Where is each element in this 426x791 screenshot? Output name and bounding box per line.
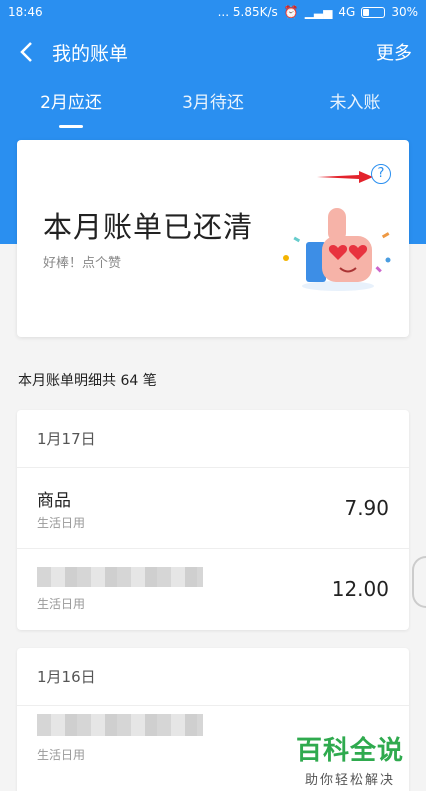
signal-icon: ▁▃▅ xyxy=(304,5,333,19)
transaction-amount: 7.90 xyxy=(344,496,389,520)
transaction-amount: 12.00 xyxy=(331,577,389,601)
tab-label: 2月应还 xyxy=(40,93,102,113)
transaction-category: 生活日用 xyxy=(37,516,86,530)
network-type: 4G xyxy=(338,5,356,19)
transaction-row[interactable]: 生活日用 12.00 xyxy=(17,549,409,630)
tab-february-due[interactable]: 2月应还 xyxy=(0,80,142,130)
tab-bar: 2月应还 3月待还 未入账 xyxy=(0,80,426,130)
redacted-name xyxy=(37,567,203,587)
group-date: 1月17日 xyxy=(17,410,409,468)
scroll-handle[interactable] xyxy=(412,556,426,608)
network-speed: ... 5.85K/s xyxy=(217,5,278,19)
help-icon[interactable]: ? xyxy=(371,164,391,184)
red-arrow-annotation-icon xyxy=(317,171,373,183)
group-date: 1月16日 xyxy=(17,648,409,706)
battery-level xyxy=(363,8,370,16)
status-bar: 18:46 ... 5.85K/s ⏰ ▁▃▅ 4G 30% xyxy=(0,0,426,24)
thumbs-up-heart-eyes-icon xyxy=(283,208,391,291)
status-time: 18:46 xyxy=(8,5,43,19)
bill-summary-card: ? 本月账单已还清 好棒！点个赞 xyxy=(17,140,409,337)
back-arrow-icon xyxy=(20,42,32,62)
transaction-row[interactable]: 商品 生活日用 7.90 xyxy=(17,468,409,549)
page-title: 我的账单 xyxy=(52,42,129,65)
battery-percent: 30% xyxy=(391,5,418,19)
transaction-category: 生活日用 xyxy=(37,597,86,611)
transaction-group: 1月17日 商品 生活日用 7.90 生活日用 12.00 xyxy=(17,410,409,630)
transaction-name: 商品 xyxy=(37,491,71,511)
bill-paid-headline: 本月账单已还清 xyxy=(43,210,254,244)
top-bar: 我的账单 更多 xyxy=(0,24,426,80)
transaction-category: 生活日用 xyxy=(37,748,86,762)
tab-label: 3月待还 xyxy=(182,93,244,113)
alarm-icon: ⏰ xyxy=(283,5,299,19)
tab-label: 未入账 xyxy=(329,93,381,113)
bill-paid-subtext: 好棒！点个赞 xyxy=(43,256,122,271)
watermark-main: 百科全说 xyxy=(296,736,405,766)
battery-icon xyxy=(361,6,386,18)
tab-active-indicator xyxy=(59,125,83,128)
watermark: 百科全说 助你轻松解决 xyxy=(296,730,404,788)
more-button[interactable]: 更多 xyxy=(376,39,426,65)
tab-march-pending[interactable]: 3月待还 xyxy=(142,80,284,130)
watermark-sub: 助你轻松解决 xyxy=(305,773,396,788)
bill-detail-count: 本月账单明细共 64 笔 xyxy=(18,373,157,389)
redacted-name xyxy=(37,714,203,736)
back-button[interactable] xyxy=(0,24,52,80)
tab-unposted[interactable]: 未入账 xyxy=(284,80,426,130)
